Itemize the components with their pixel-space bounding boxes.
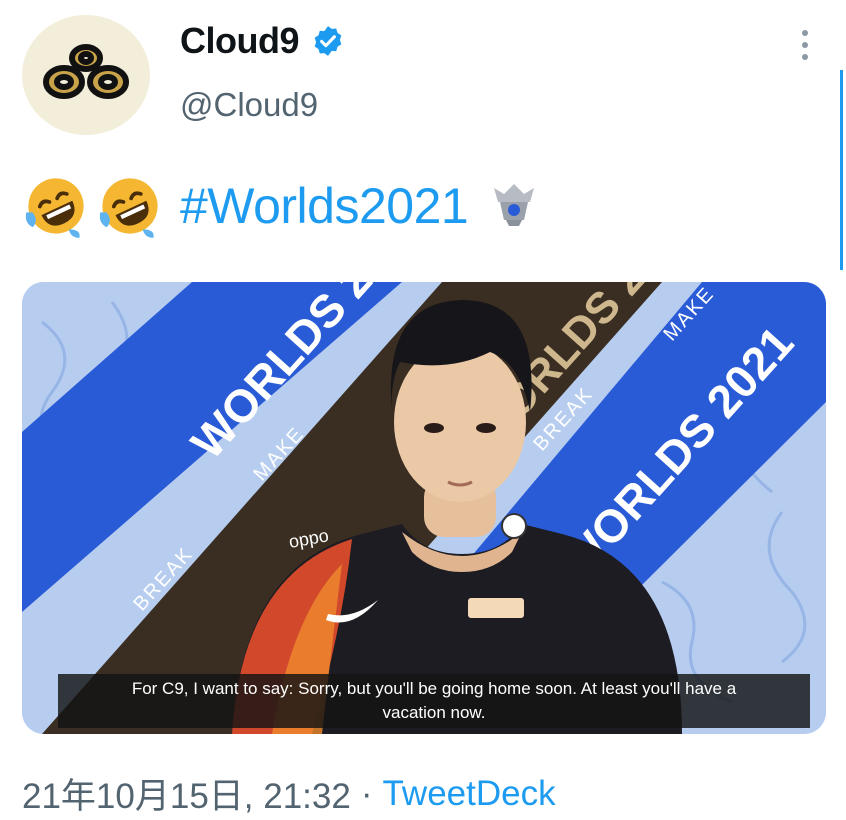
video-frame: WORLDS 2021 WORLDS 2021 WORLDS 2021 BREA… [22,282,826,734]
display-name[interactable]: Cloud9 [180,20,300,62]
cloud9-logo-icon [43,44,129,99]
caption-line: For C9, I want to say: Sorry, but you'll… [131,679,737,698]
tweet-video[interactable]: WORLDS 2021 WORLDS 2021 WORLDS 2021 BREA… [22,282,826,734]
video-caption: For C9, I want to say: Sorry, but you'll… [58,674,810,728]
user-name-row: Cloud9 [180,20,345,62]
rolling-on-floor-laughing-emoji [99,178,158,238]
separator: · [360,773,373,813]
hashtag-link[interactable]: #Worlds2021 [180,177,469,235]
user-handle[interactable]: @Cloud9 [180,86,318,124]
source-link[interactable]: TweetDeck [382,774,555,814]
rolling-on-floor-laughing-emoji [25,178,84,238]
tweet-text: #Worlds2021 [22,172,540,240]
scroll-indicator [840,70,843,270]
avatar[interactable] [22,15,150,135]
caption-line: vacation now. [382,703,486,722]
worlds-trophy-icon [494,184,535,226]
verified-badge-icon [314,26,342,56]
more-options-icon[interactable] [798,30,812,70]
tweet-meta: 21年10月15日, 21:32 · TweetDeck [22,768,556,819]
timestamp[interactable]: 21年10月15日, 21:32 [22,768,351,819]
